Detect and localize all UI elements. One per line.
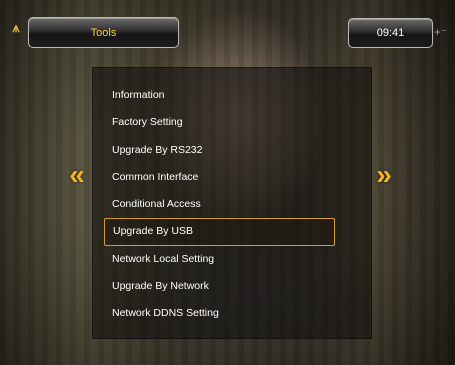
satellite-signal-icon: ⩚ xyxy=(12,20,20,35)
tools-menu-panel: Information Factory Setting Upgrade By R… xyxy=(92,67,372,339)
menu-item-conditional-access[interactable]: Conditional Access xyxy=(104,191,335,218)
menu-item-upgrade-by-network[interactable]: Upgrade By Network xyxy=(104,273,335,300)
menu-list: Information Factory Setting Upgrade By R… xyxy=(93,82,373,327)
clock-box: 09:41 xyxy=(348,18,433,48)
double-chevron-right-icon[interactable]: » xyxy=(373,161,395,189)
title-bar: Tools xyxy=(28,17,179,48)
menu-item-upgrade-by-usb[interactable]: Upgrade By USB xyxy=(104,218,335,246)
menu-item-network-ddns-setting[interactable]: Network DDNS Setting xyxy=(104,300,335,327)
page-title: Tools xyxy=(90,27,117,39)
menu-item-factory-setting[interactable]: Factory Setting xyxy=(104,109,335,136)
signal-icon: +⁻ xyxy=(434,25,448,39)
menu-item-common-interface[interactable]: Common Interface xyxy=(104,164,335,191)
menu-item-information[interactable]: Information xyxy=(104,82,335,109)
clock-time: 09:41 xyxy=(376,27,405,39)
menu-item-upgrade-by-rs232[interactable]: Upgrade By RS232 xyxy=(104,137,335,164)
menu-item-network-local-setting[interactable]: Network Local Setting xyxy=(104,246,335,273)
double-chevron-left-icon[interactable]: « xyxy=(66,161,88,189)
